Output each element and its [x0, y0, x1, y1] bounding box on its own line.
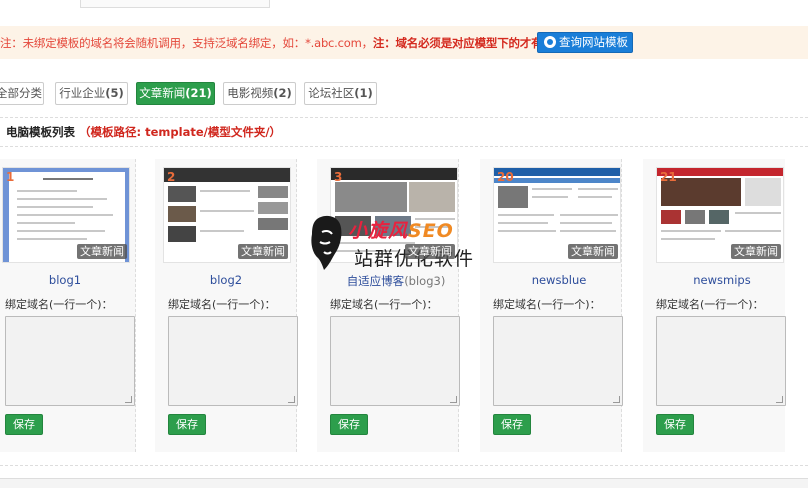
- bind-domain-textarea[interactable]: [656, 316, 786, 406]
- template-name[interactable]: newsmips: [651, 273, 793, 287]
- bind-domain-label: 绑定域名(一行一个)：: [5, 298, 113, 311]
- template-path: 模板路径: template/模型文件夹/: [90, 125, 270, 139]
- template-thumbnail[interactable]: 21 文章新闻: [656, 167, 784, 263]
- globe-icon: [544, 36, 556, 48]
- notice-bar: 注：未绑定模板的域名将会随机调用，支持泛域名绑定，如：*.abc.com，注：域…: [0, 26, 808, 59]
- bind-domain-label: 绑定域名(一行一个)：: [493, 298, 601, 311]
- template-name[interactable]: 自适应博客(blog3): [325, 273, 467, 289]
- template-thumbnail[interactable]: 2 文章新闻: [163, 167, 291, 263]
- template-thumbnail[interactable]: 3 文章新闻: [330, 167, 458, 263]
- bind-domain-label: 绑定域名(一行一个)：: [168, 298, 276, 311]
- template-thumbnail[interactable]: 20 文章新闻: [493, 167, 621, 263]
- divider: [0, 117, 808, 118]
- query-templates-button[interactable]: 查询网站模板: [537, 32, 633, 53]
- divider: [0, 146, 808, 147]
- template-name[interactable]: newsblue: [488, 273, 630, 287]
- divider: [0, 465, 808, 466]
- bind-domain-textarea[interactable]: [168, 316, 298, 406]
- template-number: 21: [660, 170, 677, 184]
- template-card: 21 文章新闻 newsmips 绑定域名(一行一个)： 保存: [643, 159, 786, 452]
- save-button[interactable]: 保存: [656, 414, 694, 435]
- category-badge: 文章新闻: [731, 244, 781, 259]
- notice-warning: 注：域名必须是对应模型下的才有效: [372, 36, 554, 50]
- template-card: 3 文章新闻 自适应博客(blog3) 绑定域名(一行一个)： 保存: [317, 159, 460, 452]
- template-name[interactable]: blog1: [0, 273, 136, 287]
- save-button[interactable]: 保存: [330, 414, 368, 435]
- category-badge: 文章新闻: [238, 244, 288, 259]
- template-thumbnail[interactable]: 1 文章新闻: [2, 167, 130, 263]
- bind-domain-textarea[interactable]: [493, 316, 623, 406]
- filter-all[interactable]: 全部分类: [0, 82, 44, 105]
- save-button[interactable]: 保存: [5, 414, 43, 435]
- template-number: 20: [497, 170, 514, 184]
- bind-domain-label: 绑定域名(一行一个)：: [656, 298, 764, 311]
- bind-domain-label: 绑定域名(一行一个)：: [330, 298, 438, 311]
- template-card: 20 文章新闻 newsblue 绑定域名(一行一个)： 保存: [480, 159, 623, 452]
- bind-domain-textarea[interactable]: [5, 316, 135, 406]
- category-badge: 文章新闻: [77, 244, 127, 259]
- template-card: 2 文章新闻 blog2 绑定域名(一行一个)： 保存: [155, 159, 298, 452]
- bind-domain-textarea[interactable]: [330, 316, 460, 406]
- filter-forum[interactable]: 论坛社区(1): [304, 82, 377, 105]
- section-title: 电脑模板列表 （模板路径: template/模型文件夹/）: [6, 125, 282, 139]
- template-number: 1: [6, 170, 15, 184]
- top-strip: [0, 0, 808, 10]
- save-button[interactable]: 保存: [168, 414, 206, 435]
- template-number: 3: [334, 170, 343, 184]
- category-badge: 文章新闻: [568, 244, 618, 259]
- template-number: 2: [167, 170, 176, 184]
- template-name[interactable]: blog2: [155, 273, 297, 287]
- template-card: 1 文章新闻 blog1 绑定域名(一行一个)： 保存: [0, 159, 136, 452]
- filter-industry[interactable]: 行业企业(5): [55, 82, 128, 105]
- save-button[interactable]: 保存: [493, 414, 531, 435]
- filter-video[interactable]: 电影视频(2): [223, 82, 296, 105]
- filter-news[interactable]: 文章新闻(21): [136, 82, 215, 105]
- category-badge: 文章新闻: [405, 244, 455, 259]
- bottom-bar: [0, 478, 808, 488]
- notice-text: 注：未绑定模板的域名将会随机调用，支持泛域名绑定，如：*.abc.com，注：域…: [0, 36, 554, 50]
- top-tab: [80, 0, 270, 8]
